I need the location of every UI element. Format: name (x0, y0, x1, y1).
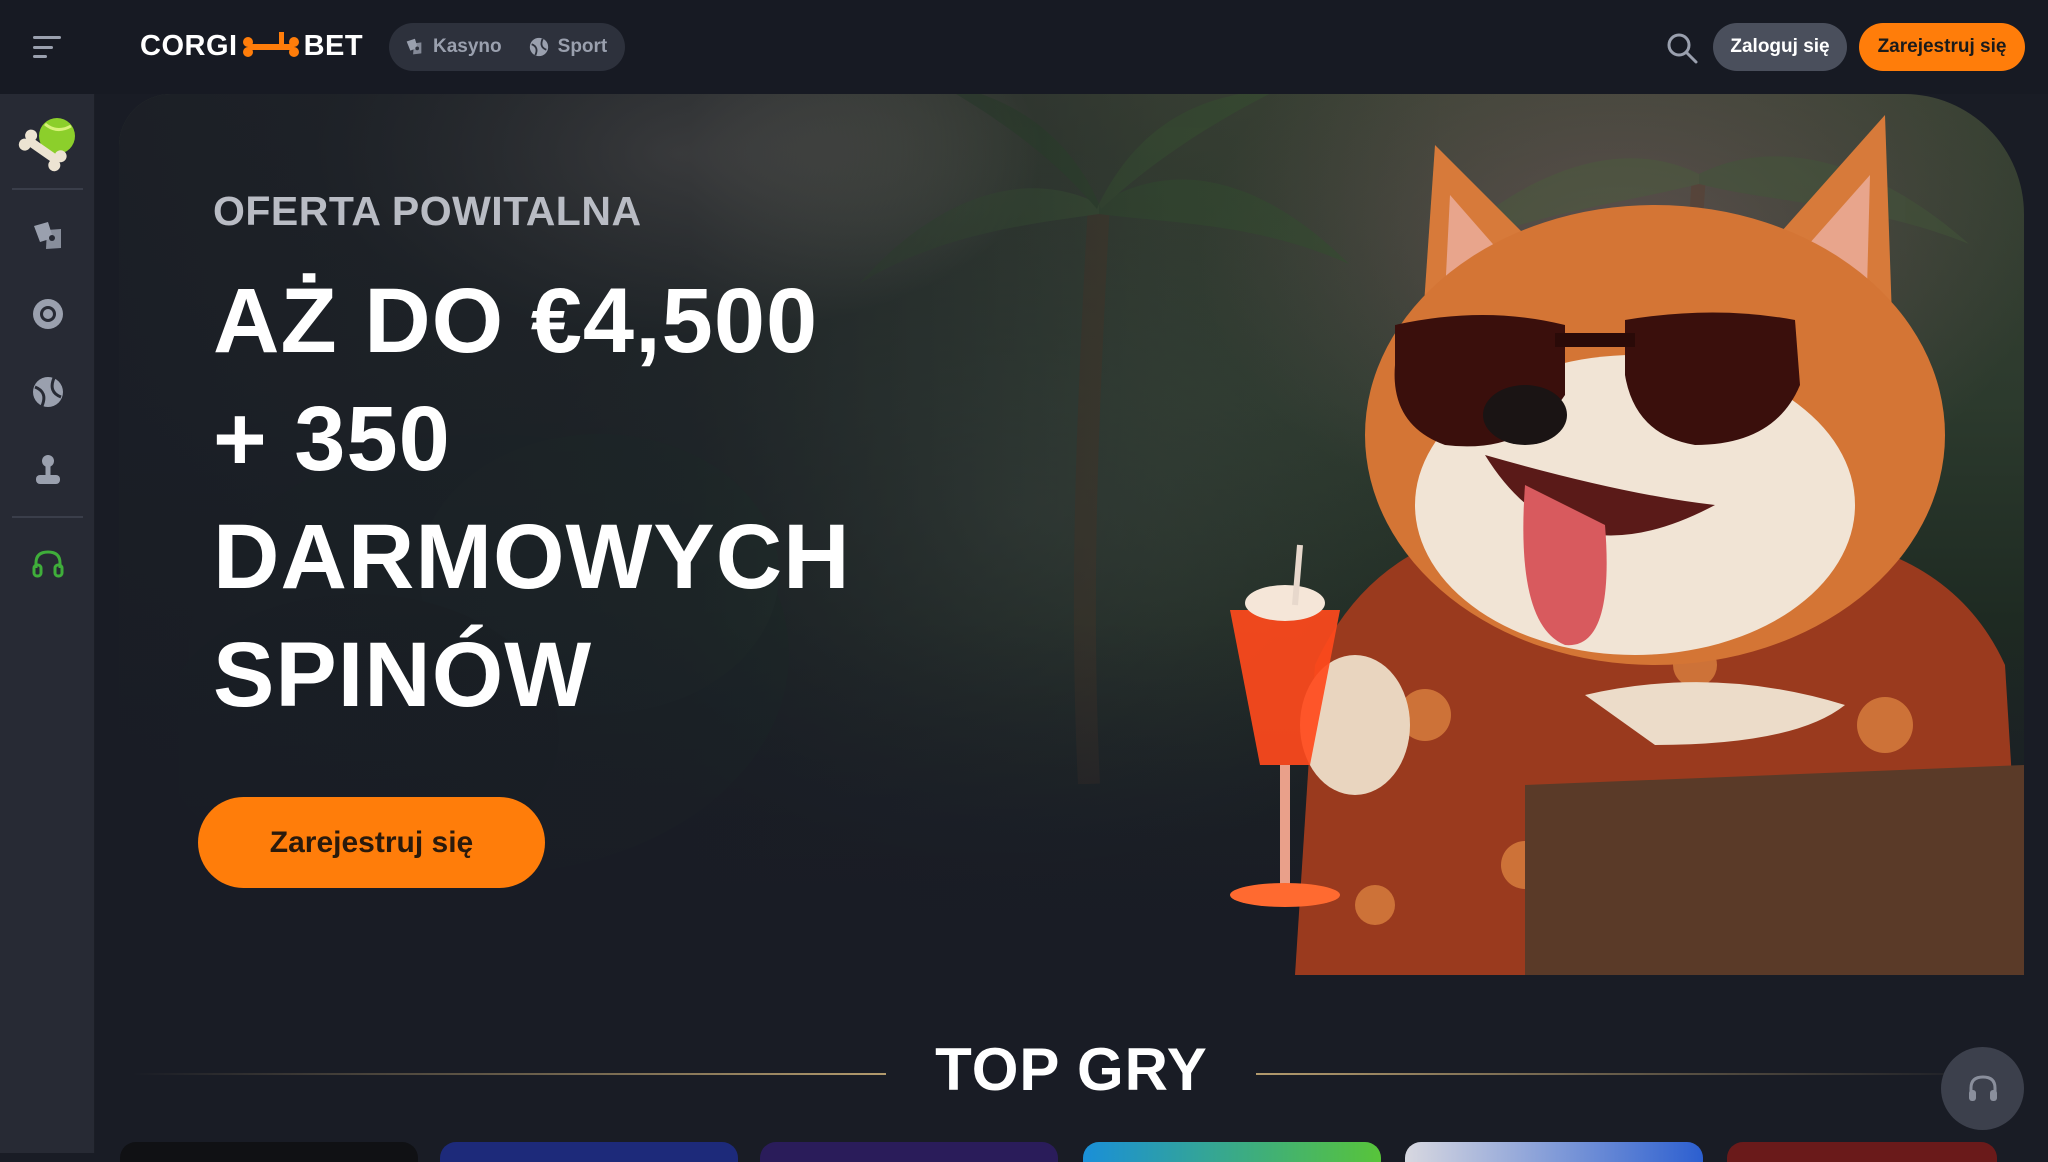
bone-ball-logo-icon[interactable] (17, 114, 79, 176)
section-title: TOP GRY (935, 1036, 1208, 1103)
ball-icon (529, 37, 548, 57)
logo-text-right: BET (303, 29, 364, 62)
game-card[interactable] (120, 1142, 418, 1162)
tab-sport[interactable]: Sport (528, 36, 608, 58)
sidebar-divider (12, 188, 83, 190)
hero-title-line: SPINÓW (213, 624, 593, 726)
product-switcher: Kasyno Sport (389, 23, 625, 71)
section-divider-right (1256, 1073, 1986, 1075)
casino-cards-icon (406, 38, 422, 55)
corgi-mascot-illustration (1230, 115, 2024, 975)
logo-text-left: CORGI (140, 29, 238, 62)
tab-kasyno[interactable]: Kasyno (403, 36, 502, 58)
sidebar (0, 94, 95, 1153)
support-chat-button[interactable] (1941, 1047, 2024, 1130)
hero-register-button[interactable]: Zarejestruj się (198, 797, 545, 888)
top-bar: CORGI BET Kasyno Sport Zaloguj się Zarej… (0, 0, 2048, 94)
hero-title-line: DARMOWYCH (213, 506, 851, 608)
ball-icon[interactable] (30, 374, 66, 410)
hero-title: AŻ DO €4,500 + 350 DARMOWYCH SPINÓW (213, 262, 993, 734)
bone-icon (242, 32, 299, 57)
roulette-icon[interactable] (30, 296, 66, 332)
game-card[interactable] (1405, 1142, 1703, 1162)
joystick-icon[interactable] (30, 452, 66, 488)
tab-kasyno-label: Kasyno (433, 36, 502, 57)
menu-icon[interactable] (33, 36, 61, 58)
game-card[interactable] (440, 1142, 738, 1162)
search-icon[interactable] (1666, 32, 1698, 64)
headset-icon (1968, 1074, 1997, 1101)
login-button[interactable]: Zaloguj się (1713, 23, 1847, 71)
sidebar-divider (12, 516, 83, 518)
game-card[interactable] (1083, 1142, 1381, 1162)
game-card[interactable] (1727, 1142, 1997, 1162)
casino-cards-icon[interactable] (30, 218, 66, 254)
hero-kicker: OFERTA POWITALNA (213, 188, 642, 234)
tab-sport-label: Sport (557, 36, 608, 57)
headset-icon[interactable] (30, 546, 66, 582)
register-button[interactable]: Zarejestruj się (1859, 23, 2025, 71)
game-card[interactable] (760, 1142, 1058, 1162)
hero-title-line: + 350 (213, 388, 451, 490)
logo[interactable]: CORGI BET (140, 24, 363, 68)
hero-title-line: AŻ DO €4,500 (213, 270, 819, 372)
